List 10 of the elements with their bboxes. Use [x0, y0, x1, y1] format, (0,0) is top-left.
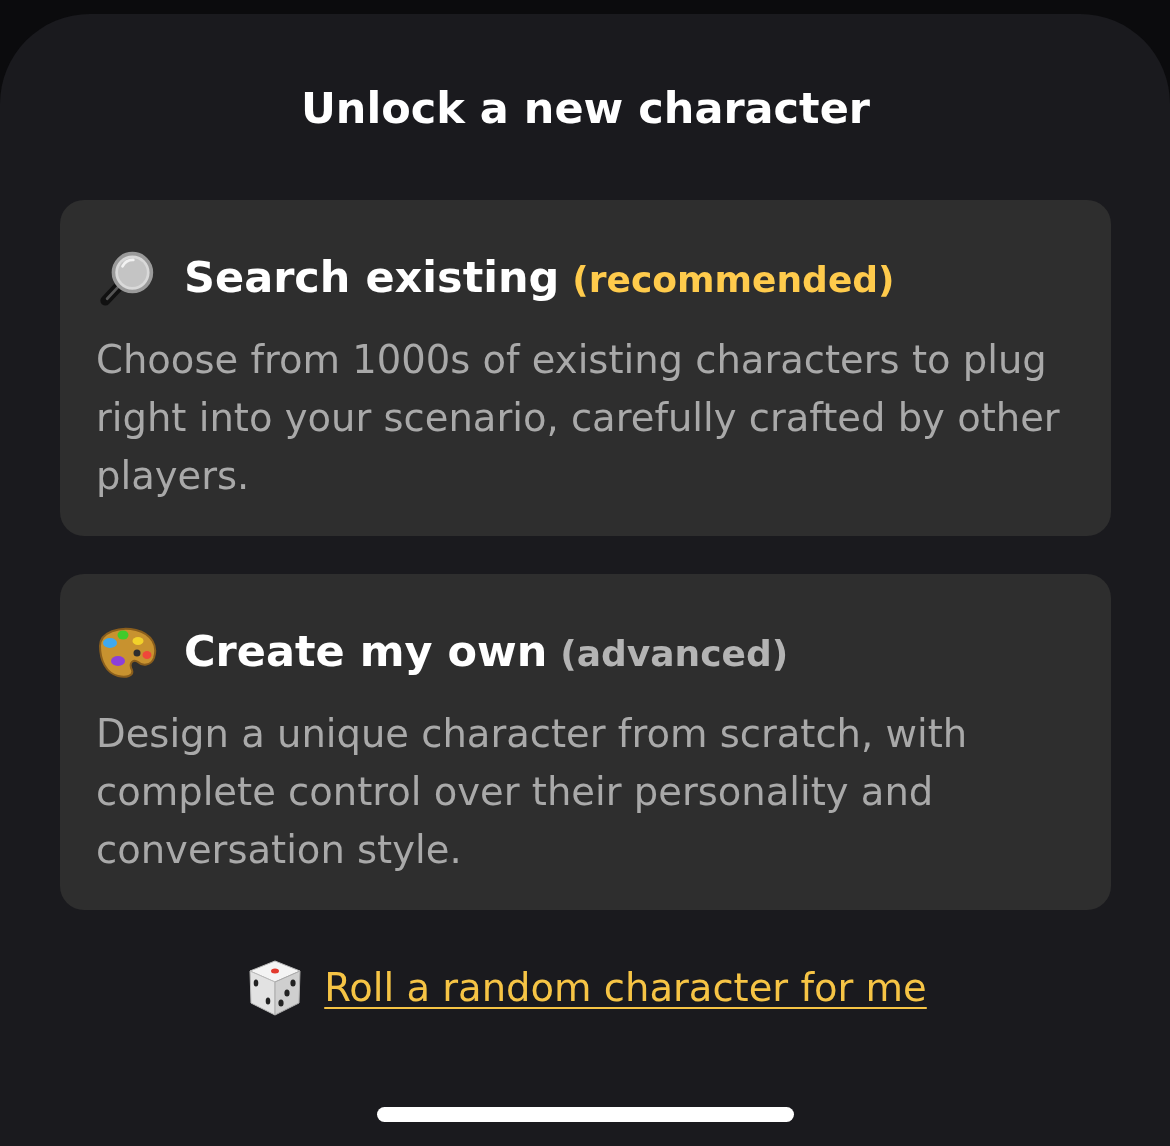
option-tag: (recommended)	[572, 249, 895, 310]
random-character-link[interactable]: Roll a random character for me	[324, 963, 927, 1013]
option-description: Choose from 1000s of existing characters to plug right into your scenario, carefully crafted by other players.	[96, 336, 1061, 500]
option-tag: (advanced)	[560, 623, 789, 684]
option-title: Create my own	[184, 624, 548, 678]
option-card[interactable]: Create my own (advanced) Design a unique character from scratch, with complete control over their personality and conversation style.	[60, 574, 1111, 910]
option-description: Design a unique character from scratch, with complete control over their personality and conversation style.	[96, 710, 969, 874]
option-card[interactable]: Search existing (recommended) Choose from 1000s of existing characters to plug right into your scenario, carefully crafted by other players.	[60, 200, 1111, 536]
sheet-title: Unlock a new character	[300, 82, 871, 135]
option-title: Search existing	[184, 250, 560, 304]
